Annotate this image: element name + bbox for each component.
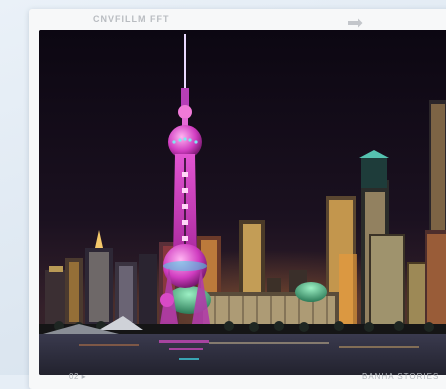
photo-card: CNVFILLM FFT 02 ▸ BANHA STORIES [29, 9, 446, 389]
skyline-illustration [39, 30, 446, 375]
brand-label: CNVFILLM FFT [93, 14, 170, 24]
skyline-photo[interactable] [39, 30, 446, 375]
card-footer: 02 ▸ BANHA STORIES [29, 369, 446, 389]
photo-index: 02 ▸ [69, 372, 87, 381]
card-header: CNVFILLM FFT [29, 9, 446, 31]
share-button[interactable] [347, 15, 363, 28]
photo-credit: BANHA STORIES [362, 372, 440, 381]
arrow-right-icon [348, 18, 363, 28]
